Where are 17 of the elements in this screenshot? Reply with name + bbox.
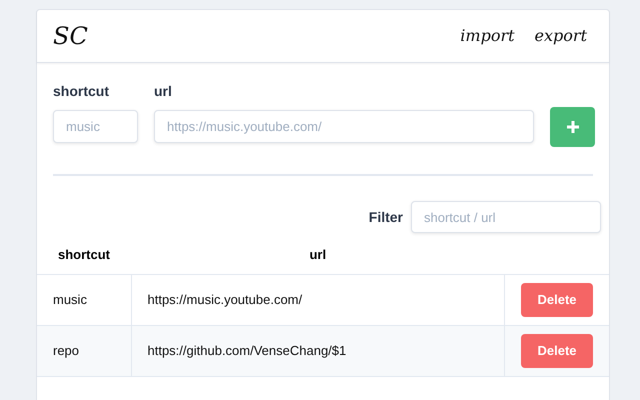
filter-label: Filter <box>368 208 403 226</box>
shortcut-field[interactable]: music <box>53 110 138 143</box>
logo: SC <box>53 21 88 52</box>
add-button[interactable] <box>550 107 595 147</box>
plus-icon <box>566 120 578 133</box>
field-label: url <box>154 82 173 101</box>
table-cell: https://music.youtube.com/ <box>131 274 504 325</box>
nav-link[interactable]: export <box>534 24 587 48</box>
column-header: url <box>131 239 504 274</box>
filter-field[interactable]: shortcut / url <box>411 201 601 233</box>
table-cell: music <box>37 274 131 325</box>
table-cell: repo <box>37 325 131 376</box>
url-field[interactable]: https://music.youtube.com/ <box>154 110 534 143</box>
nav-link[interactable]: import <box>460 24 515 48</box>
field-label: shortcut <box>53 82 110 101</box>
column-header: shortcut <box>37 239 131 274</box>
table-cell: https://github.com/VenseChang/$1 <box>131 325 504 376</box>
